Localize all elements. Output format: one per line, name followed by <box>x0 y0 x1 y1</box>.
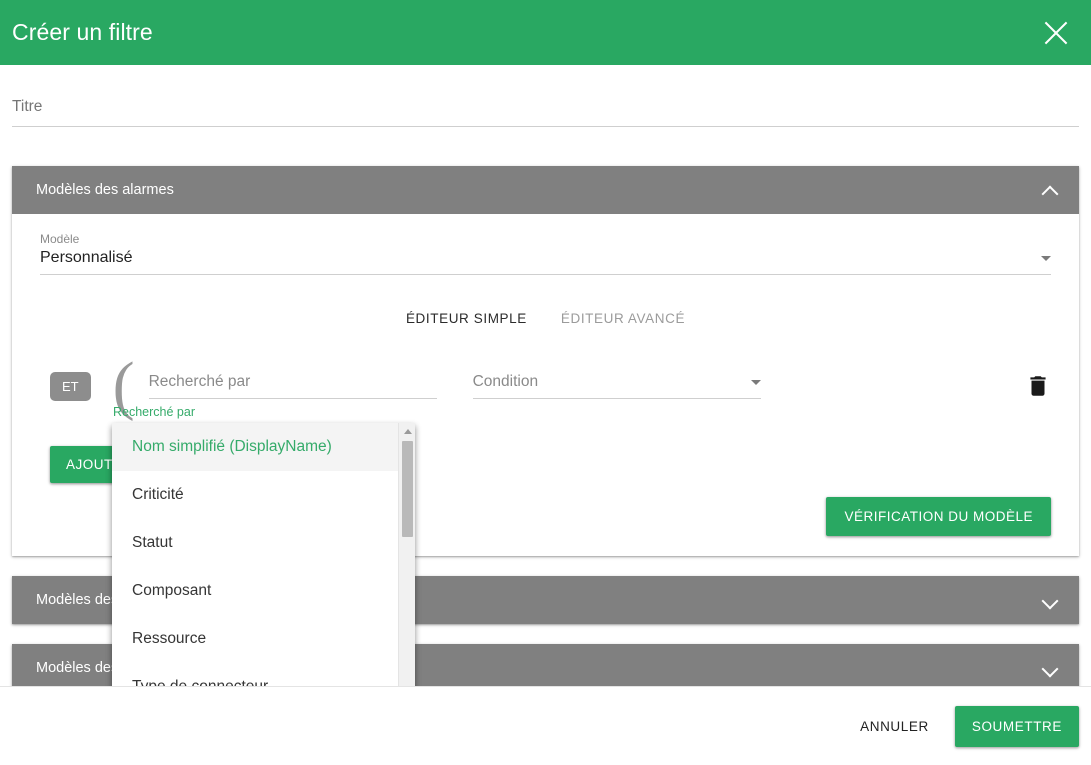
title-field-wrapper <box>12 98 1079 146</box>
tab-simple-editor[interactable]: ÉDITEUR SIMPLE <box>404 307 529 330</box>
model-select-wrapper: Modèle Personnalisé <box>40 232 1051 275</box>
caret-down-icon[interactable] <box>751 380 761 385</box>
rule-fields: Recherché par Condition <box>143 373 1009 399</box>
caret-down-icon[interactable] <box>1041 256 1051 261</box>
search-by-dropdown: Nom simplifié (DisplayName) Criticité St… <box>112 423 415 686</box>
close-icon[interactable] <box>1039 16 1073 50</box>
dropdown-option[interactable]: Nom simplifié (DisplayName) <box>112 423 398 471</box>
panel-title: Modèles des alarmes <box>36 182 174 198</box>
search-by-active-label: Recherché par <box>113 405 195 419</box>
model-select[interactable]: Personnalisé <box>40 249 1051 275</box>
dropdown-option[interactable]: Composant <box>112 567 398 615</box>
dropdown-option-list: Nom simplifié (DisplayName) Criticité St… <box>112 423 398 686</box>
create-filter-dialog: Créer un filtre Modèles des alarmes Modè… <box>0 0 1091 765</box>
condition-placeholder: Condition <box>473 373 539 391</box>
dialog-header: Créer un filtre <box>0 0 1091 65</box>
operator-chip-et[interactable]: ET <box>50 372 91 401</box>
dialog-body: Modèles des alarmes Modèle Personnalisé … <box>0 65 1091 686</box>
search-by-placeholder: Recherché par <box>149 373 251 391</box>
verify-model-button[interactable]: VÉRIFICATION DU MODÈLE <box>826 497 1051 536</box>
chevron-up-icon[interactable] <box>1043 183 1057 197</box>
trash-icon[interactable] <box>1025 373 1051 399</box>
dropdown-option[interactable]: Ressource <box>112 615 398 663</box>
dialog-footer: ANNULER SOUMETTRE <box>0 686 1091 765</box>
dropdown-scrollbar[interactable] <box>398 423 415 686</box>
dropdown-option[interactable]: Type de connecteur <box>112 663 398 686</box>
cancel-button[interactable]: ANNULER <box>844 707 945 746</box>
search-by-select[interactable]: Recherché par <box>149 373 437 399</box>
chevron-down-icon[interactable] <box>1043 661 1057 675</box>
title-input[interactable] <box>12 98 1079 127</box>
panel-title: Modèles des <box>36 592 118 608</box>
model-select-value: Personnalisé <box>40 249 133 267</box>
panel-header-alarm-models[interactable]: Modèles des alarmes <box>12 166 1079 214</box>
submit-button[interactable]: SOUMETTRE <box>955 706 1079 747</box>
chevron-down-icon[interactable] <box>1043 593 1057 607</box>
model-select-label: Modèle <box>40 232 1051 246</box>
dropdown-option[interactable]: Criticité <box>112 471 398 519</box>
condition-select[interactable]: Condition <box>473 373 761 399</box>
tab-advanced-editor[interactable]: ÉDITEUR AVANCÉ <box>559 307 687 330</box>
scrollbar-thumb[interactable] <box>402 441 413 537</box>
scroll-up-arrow-icon[interactable] <box>399 423 415 439</box>
editor-tabs: ÉDITEUR SIMPLE ÉDITEUR AVANCÉ <box>40 307 1051 330</box>
page-title: Créer un filtre <box>12 19 153 46</box>
dropdown-option[interactable]: Statut <box>112 519 398 567</box>
